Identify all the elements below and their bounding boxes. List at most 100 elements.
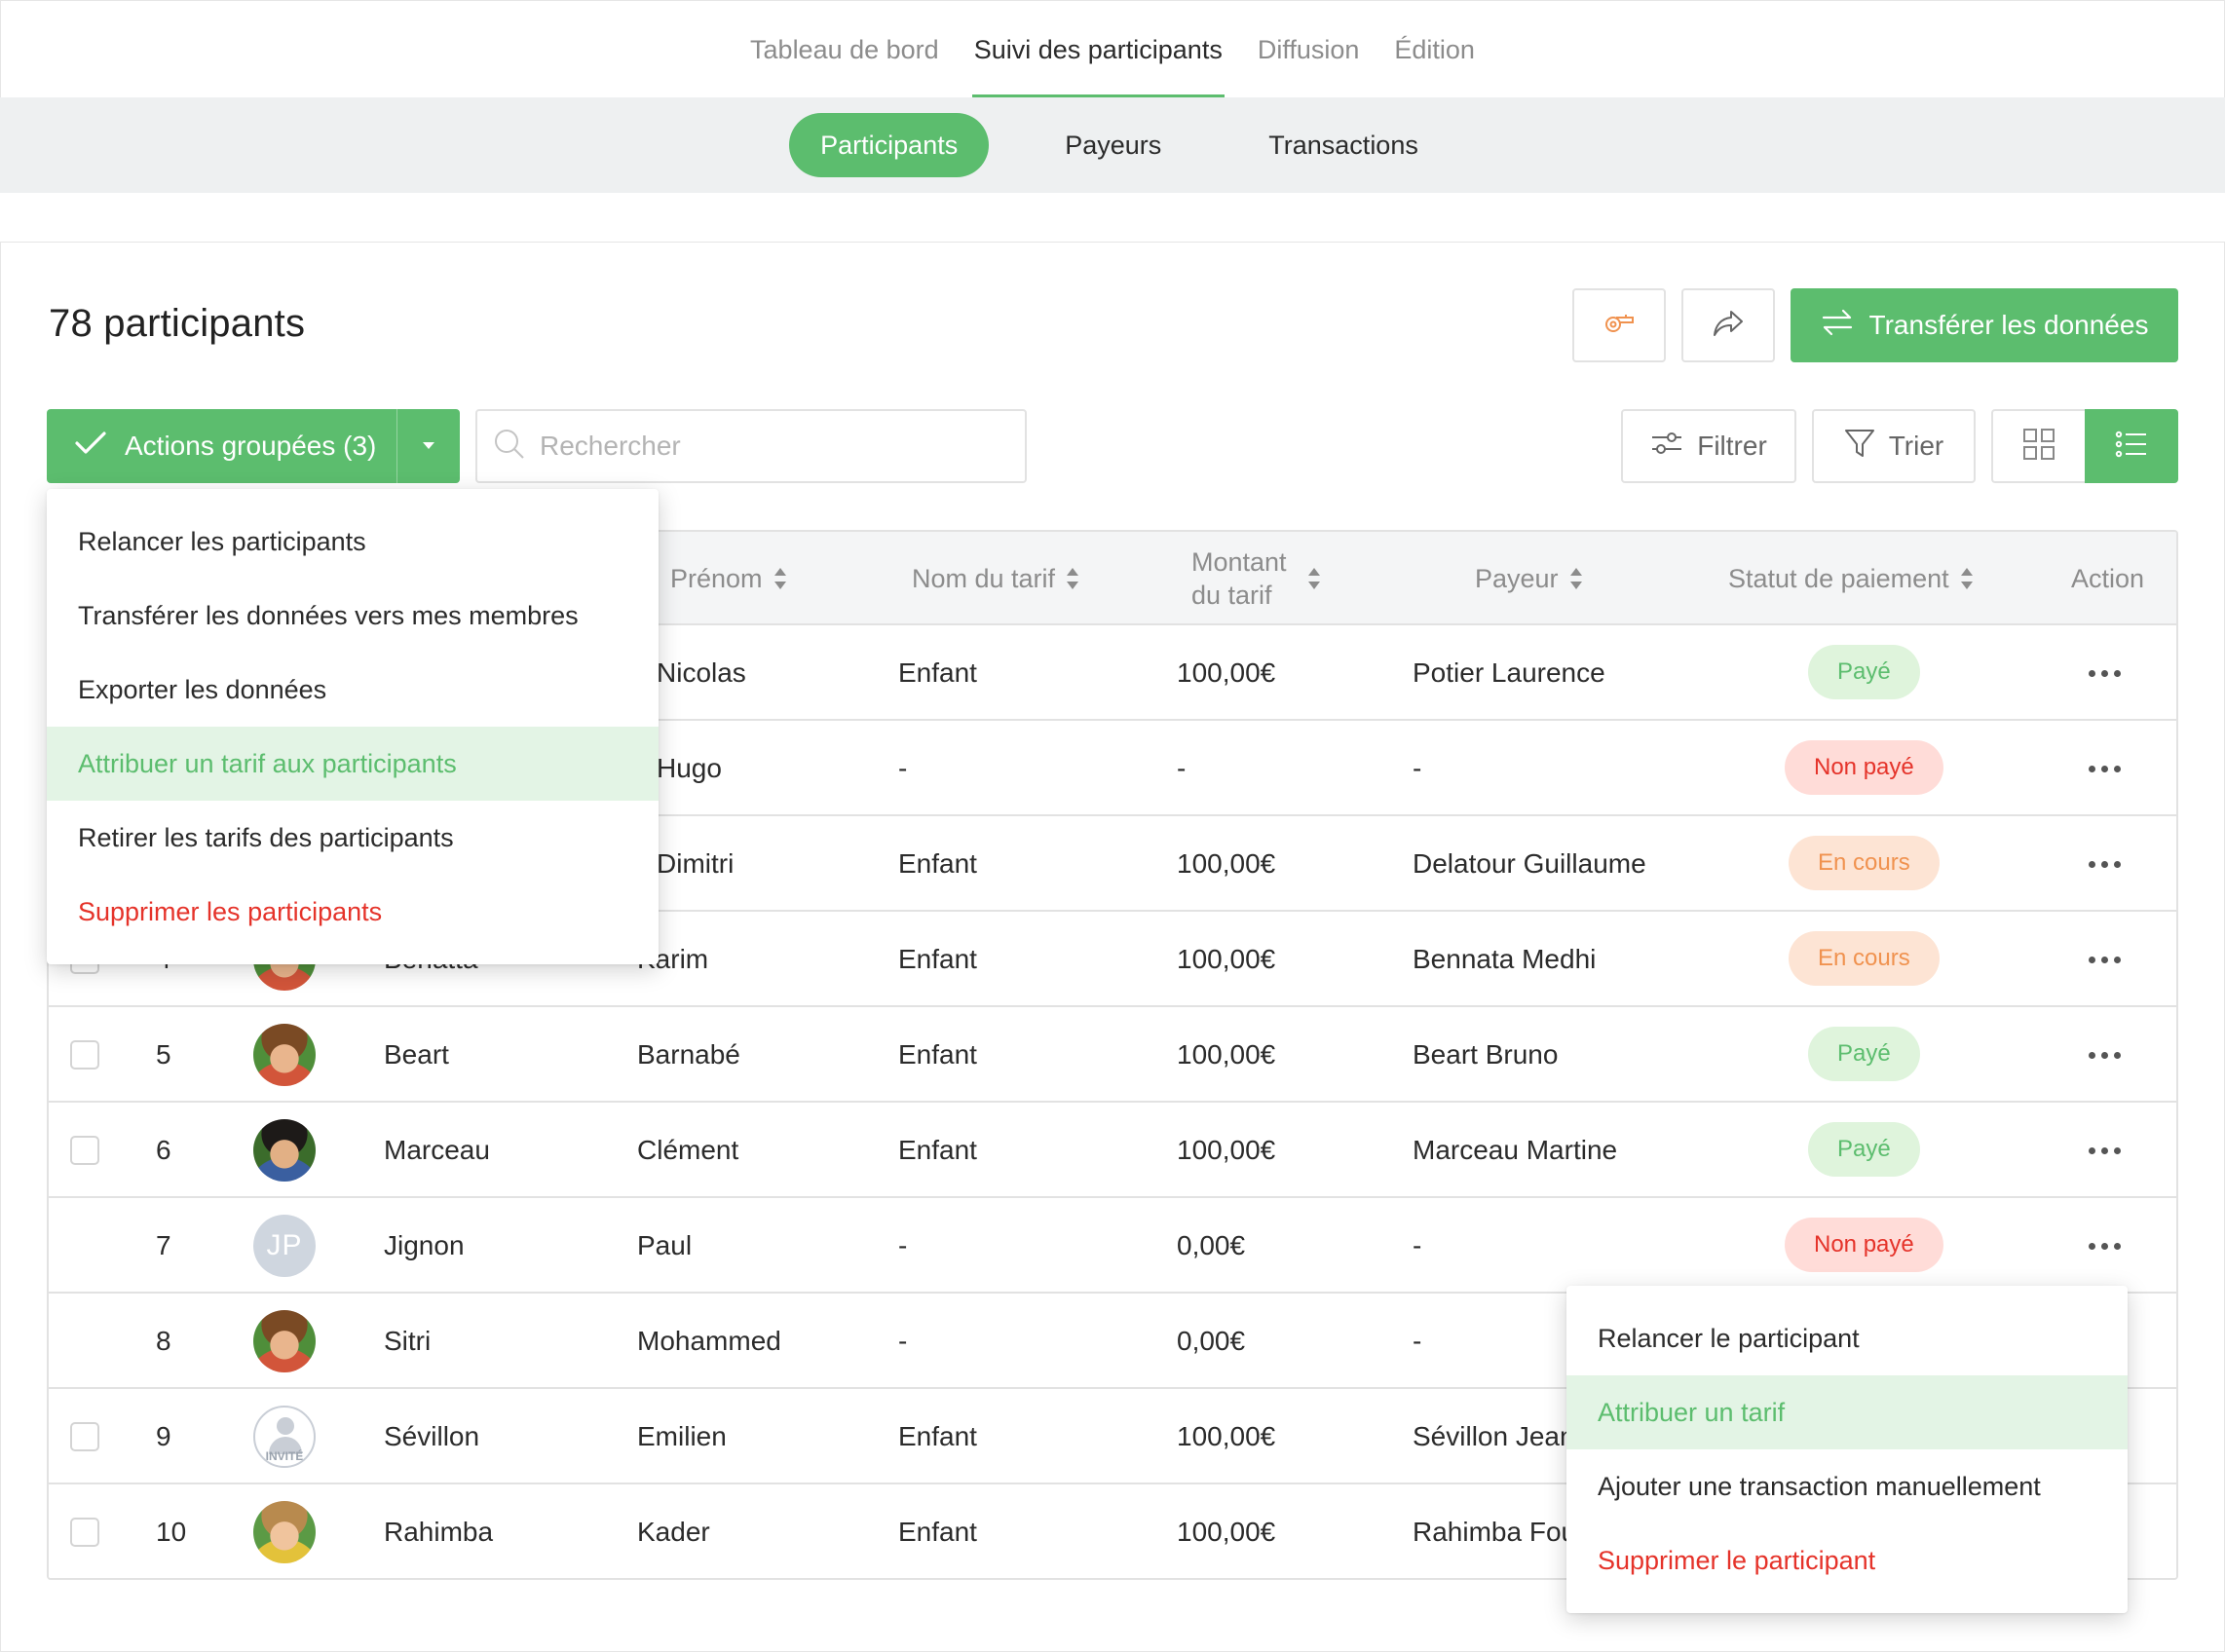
row-nom: Sitri bbox=[384, 1326, 432, 1356]
column-header-statut[interactable]: Statut de paiement bbox=[1728, 532, 1973, 625]
search-box[interactable] bbox=[475, 409, 1027, 483]
row-payeur: Sévillon Jean bbox=[1413, 1421, 1575, 1451]
bulk-actions-caret[interactable] bbox=[397, 409, 460, 483]
row-prenom: Barnabé bbox=[637, 1039, 740, 1070]
funnel-icon bbox=[1844, 428, 1875, 466]
row-montant: 100,00€ bbox=[1177, 848, 1276, 879]
column-header-tarif[interactable]: Nom du tarif bbox=[912, 532, 1079, 625]
more-actions-icon[interactable] bbox=[2089, 1007, 2121, 1103]
row-checkbox[interactable] bbox=[70, 1040, 99, 1070]
menu-item-retirer-tarifs[interactable]: Retirer les tarifs des participants bbox=[47, 801, 659, 875]
tab-edition[interactable]: Édition bbox=[1392, 1, 1477, 98]
filter-label: Filtrer bbox=[1697, 431, 1767, 461]
row-payeur: - bbox=[1413, 753, 1422, 783]
transfer-data-button[interactable]: Transférer les données bbox=[1791, 288, 2178, 362]
more-actions-icon[interactable] bbox=[2089, 1103, 2121, 1198]
column-header-payeur[interactable]: Payeur bbox=[1475, 532, 1582, 625]
list-view-button[interactable] bbox=[2085, 409, 2178, 483]
menu-item-relancer-participants[interactable]: Relancer les participants bbox=[47, 505, 659, 579]
table-row[interactable]: 6 Marceau Clément Enfant 100,00€ Marceau… bbox=[49, 1103, 2176, 1198]
subtab-payeurs[interactable]: Payeurs bbox=[1034, 113, 1192, 177]
transfer-data-label: Transférer les données bbox=[1868, 310, 2149, 340]
subtab-transactions[interactable]: Transactions bbox=[1237, 113, 1450, 177]
row-number: 10 bbox=[156, 1517, 187, 1547]
status-badge: Payé bbox=[1808, 1122, 1920, 1177]
menu-item-supprimer-participant[interactable]: Supprimer le participant bbox=[1566, 1523, 2128, 1597]
search-input[interactable] bbox=[540, 431, 1007, 462]
row-nom: Rahimba bbox=[384, 1517, 494, 1547]
row-tarif: - bbox=[898, 753, 908, 783]
row-checkbox[interactable] bbox=[70, 1518, 99, 1547]
check-icon bbox=[74, 431, 107, 463]
row-tarif: Enfant bbox=[898, 944, 977, 974]
row-montant: 0,00€ bbox=[1177, 1326, 1246, 1356]
row-number: 8 bbox=[156, 1326, 171, 1356]
row-nom: Jignon bbox=[384, 1230, 465, 1260]
row-checkbox[interactable] bbox=[70, 1422, 99, 1451]
sort-arrows-icon bbox=[773, 568, 786, 589]
bulk-actions-menu: Relancer les participants Transférer les… bbox=[47, 489, 659, 964]
row-tarif: Enfant bbox=[898, 657, 977, 688]
subtab-participants[interactable]: Participants bbox=[789, 113, 990, 177]
row-tarif: - bbox=[898, 1230, 908, 1260]
status-badge: Payé bbox=[1808, 645, 1920, 699]
column-header-prenom[interactable]: Prénom bbox=[670, 532, 786, 625]
row-payeur: - bbox=[1413, 1230, 1422, 1260]
row-prenom: Mohammed bbox=[637, 1326, 781, 1356]
grid-view-button[interactable] bbox=[1991, 409, 2085, 483]
more-actions-icon[interactable] bbox=[2089, 721, 2121, 816]
tab-diffusion[interactable]: Diffusion bbox=[1256, 1, 1362, 98]
avatar bbox=[253, 1310, 316, 1372]
sort-button[interactable]: Trier bbox=[1812, 409, 1976, 483]
filter-button[interactable]: Filtrer bbox=[1621, 409, 1796, 483]
table-row[interactable]: 7 JP Jignon Paul - 0,00€ - Non payé bbox=[49, 1198, 2176, 1294]
row-prenom: Hugo bbox=[657, 753, 722, 783]
row-payeur: Rahimba Fou bbox=[1413, 1517, 1577, 1547]
row-tarif: Enfant bbox=[898, 1517, 977, 1547]
row-number: 6 bbox=[156, 1135, 171, 1165]
row-payeur: Delatour Guillaume bbox=[1413, 848, 1646, 879]
menu-item-exporter-donnees[interactable]: Exporter les données bbox=[47, 653, 659, 727]
menu-item-relancer-participant[interactable]: Relancer le participant bbox=[1566, 1301, 2128, 1375]
share-icon bbox=[1712, 309, 1745, 343]
menu-item-attribuer-un-tarif[interactable]: Attribuer un tarif bbox=[1566, 1375, 2128, 1449]
sub-tabs: Participants Payeurs Transactions bbox=[0, 97, 2225, 193]
arrows-exchange-icon bbox=[1821, 309, 1854, 343]
share-button[interactable] bbox=[1681, 288, 1775, 362]
menu-item-supprimer-participants[interactable]: Supprimer les participants bbox=[47, 875, 659, 949]
row-montant: 100,00€ bbox=[1177, 1517, 1276, 1547]
row-number: 9 bbox=[156, 1421, 171, 1451]
tab-suivi-des-participants[interactable]: Suivi des participants bbox=[971, 1, 1225, 98]
column-header-action: Action bbox=[2071, 532, 2144, 625]
tab-tableau-de-bord[interactable]: Tableau de bord bbox=[748, 1, 941, 98]
sliders-icon bbox=[1650, 430, 1683, 464]
more-actions-icon[interactable] bbox=[2089, 1198, 2121, 1294]
whistle-button[interactable] bbox=[1572, 288, 1666, 362]
top-tabs: Tableau de bord Suivi des participants D… bbox=[1, 1, 2224, 98]
bulk-actions-button[interactable]: Actions groupées (3) bbox=[47, 409, 460, 483]
sort-arrows-icon bbox=[1067, 568, 1079, 589]
row-montant: - bbox=[1177, 753, 1187, 783]
status-badge: En cours bbox=[1789, 836, 1940, 890]
more-actions-icon[interactable] bbox=[2089, 816, 2121, 912]
column-header-montant[interactable]: Montant du tarif bbox=[1191, 532, 1338, 625]
row-tarif: Enfant bbox=[898, 1421, 977, 1451]
menu-item-ajouter-transaction[interactable]: Ajouter une transaction manuellement bbox=[1566, 1449, 2128, 1523]
table-row[interactable]: 5 Beart Barnabé Enfant 100,00€ Beart Bru… bbox=[49, 1007, 2176, 1103]
menu-item-attribuer-tarif[interactable]: Attribuer un tarif aux participants bbox=[47, 727, 659, 801]
avatar bbox=[253, 1501, 316, 1563]
row-checkbox[interactable] bbox=[70, 1136, 99, 1165]
row-actions-menu: Relancer le participant Attribuer un tar… bbox=[1566, 1286, 2128, 1613]
guest-avatar-icon: INVITÉ bbox=[253, 1406, 316, 1468]
bulk-actions-main[interactable]: Actions groupées (3) bbox=[47, 409, 397, 483]
menu-item-transferer-donnees[interactable]: Transférer les données vers mes membres bbox=[47, 579, 659, 653]
row-montant: 100,00€ bbox=[1177, 1135, 1276, 1165]
search-icon bbox=[493, 428, 526, 466]
column-label: Montant du tarif bbox=[1191, 547, 1287, 610]
sort-label: Trier bbox=[1888, 431, 1944, 461]
more-actions-icon[interactable] bbox=[2089, 912, 2121, 1007]
row-payeur: - bbox=[1413, 1326, 1422, 1356]
row-payeur: Beart Bruno bbox=[1413, 1039, 1559, 1070]
more-actions-icon[interactable] bbox=[2089, 625, 2121, 721]
column-label: Action bbox=[2071, 564, 2145, 593]
